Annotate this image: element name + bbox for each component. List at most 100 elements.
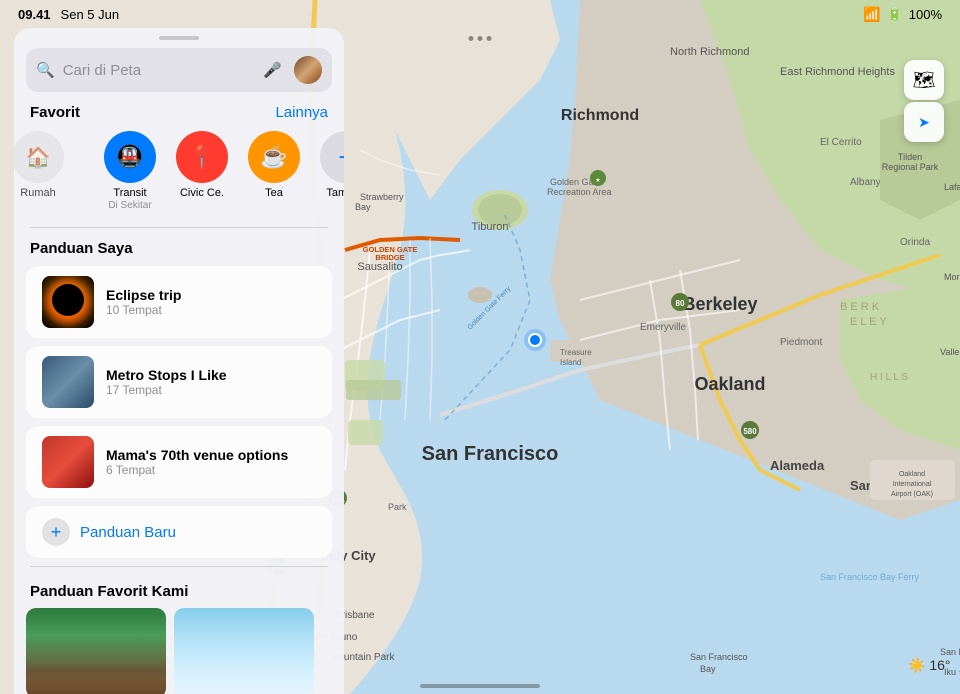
guide-title-eclipse: Eclipse trip (106, 287, 316, 303)
new-guide-label: Panduan Baru (80, 524, 176, 541)
svg-text:Tiburon: Tiburon (472, 221, 509, 233)
favorites-row: 🏠 Rumah 🚇 Transit Di Sekitar 📍 Civic Ce.… (14, 127, 344, 227)
battery-icon: 🔋 (887, 6, 903, 22)
svg-text:580: 580 (743, 427, 757, 436)
avatar[interactable] (294, 56, 322, 84)
favorite-item-tea[interactable]: ☕ Tea (240, 127, 308, 215)
svg-text:B E R K: B E R K (840, 301, 880, 313)
guides-title: Panduan Saya (30, 240, 133, 257)
svg-text:H I L L S: H I L L S (870, 372, 908, 383)
svg-text:Lafa...: Lafa... (944, 182, 960, 192)
svg-text:San Francisco: San Francisco (690, 652, 748, 662)
svg-text:El Cerrito: El Cerrito (820, 137, 862, 148)
map-controls: 🗺 ➤ (904, 60, 944, 142)
svg-text:San Francisco: San Francisco (422, 443, 559, 465)
svg-text:Oakland: Oakland (694, 374, 765, 394)
guide-thumb-metro (42, 356, 94, 408)
svg-text:Island: Island (560, 358, 581, 367)
svg-text:Iku 🌤: Iku 🌤 (944, 667, 960, 677)
svg-text:Berkeley: Berkeley (682, 294, 757, 314)
battery-text: 100% (909, 7, 942, 22)
guide-item-metro[interactable]: Metro Stops I Like 17 Tempat (26, 346, 332, 418)
guide-item-mama[interactable]: Mama's 70th venue options 6 Tempat (26, 426, 332, 498)
favorite-item-civic[interactable]: 📍 Civic Ce. (168, 127, 236, 215)
svg-text:E L E Y: E L E Y (850, 316, 887, 328)
svg-text:Bay: Bay (355, 202, 371, 212)
guide-title-metro: Metro Stops I Like (106, 367, 316, 383)
svg-text:Bay: Bay (700, 664, 716, 674)
fav-label-tambah: Tambah (326, 187, 344, 200)
fav-label-home: Rumah (20, 187, 55, 200)
search-placeholder: Cari di Peta (63, 62, 256, 79)
guide-thumb-mama (42, 436, 94, 488)
svg-text:Treasure: Treasure (560, 348, 592, 357)
favorites-header: Favorit Lainnya (14, 100, 344, 127)
guide-info-eclipse: Eclipse trip 10 Tempat (106, 287, 316, 317)
svg-text:Park: Park (388, 502, 407, 512)
svg-text:San Francisco Bay Ferry: San Francisco Bay Ferry (820, 572, 920, 582)
svg-text:Recreation Area: Recreation Area (547, 187, 612, 197)
top-dots-indicator (469, 36, 492, 41)
favorite-item-add[interactable]: + Tambah (312, 127, 344, 215)
svg-text:BRIDGE: BRIDGE (375, 253, 404, 262)
location-button[interactable]: ➤ (904, 102, 944, 142)
svg-text:San Lor...: San Lor... (940, 647, 960, 657)
svg-text:Orinda: Orinda (900, 237, 930, 248)
svg-text:East Richmond Heights: East Richmond Heights (780, 66, 895, 78)
svg-text:Valle Vis...: Valle Vis... (940, 347, 960, 357)
svg-text:Airport (OAK): Airport (OAK) (891, 491, 933, 498)
guide-count-metro: 17 Tempat (106, 383, 316, 397)
fav-guide-thumb-nature[interactable] (26, 608, 166, 694)
fav-label-civic: Civic Ce. (180, 187, 224, 200)
guide-info-mama: Mama's 70th venue options 6 Tempat (106, 447, 316, 477)
fav-sublabel-transit: Di Sekitar (108, 200, 151, 211)
guide-thumb-eclipse (42, 276, 94, 328)
favorite-item-transit[interactable]: 🚇 Transit Di Sekitar (96, 127, 164, 215)
svg-text:Oakland: Oakland (899, 471, 925, 478)
svg-text:Alameda: Alameda (770, 458, 825, 473)
svg-text:Emeryville: Emeryville (640, 322, 687, 333)
fav-label-transit: Transit (113, 187, 146, 200)
guides-header: Panduan Saya (14, 228, 344, 266)
fav-guide-thumb-sky[interactable] (174, 608, 314, 694)
mic-icon[interactable]: 🎤 (263, 61, 282, 79)
side-panel: 🔍 Cari di Peta 🎤 Favorit Lainnya 🏠 Rumah… (14, 28, 344, 694)
svg-text:80: 80 (676, 299, 685, 308)
plus-icon: + (42, 518, 70, 546)
svg-text:Sausalito: Sausalito (357, 261, 402, 273)
divider-2 (30, 566, 328, 567)
wifi-icon: 📶 (863, 6, 880, 23)
svg-text:International: International (893, 481, 932, 488)
svg-text:North Richmond: North Richmond (670, 46, 749, 58)
svg-text:Piedmont: Piedmont (780, 337, 822, 348)
home-indicator (420, 684, 540, 688)
map-type-button[interactable]: 🗺 (904, 60, 944, 100)
status-bar: 09.41 Sen 5 Jun 📶 🔋 100% (0, 0, 960, 28)
svg-text:Strawberry: Strawberry (360, 192, 404, 202)
guide-title-mama: Mama's 70th venue options (106, 447, 316, 463)
status-date: Sen 5 Jun (61, 7, 120, 22)
svg-text:Albany: Albany (850, 177, 881, 188)
favorites-title: Favorit (30, 104, 80, 121)
search-icon: 🔍 (36, 61, 55, 79)
guide-info-metro: Metro Stops I Like 17 Tempat (106, 367, 316, 397)
favorite-item-home[interactable]: 🏠 Rumah (14, 127, 72, 215)
status-time: 09.41 (18, 7, 51, 22)
svg-text:Mora...: Mora... (944, 272, 960, 282)
svg-text:★: ★ (595, 177, 600, 184)
guides-section: Panduan Saya Eclipse trip 10 Tempat Metr… (14, 228, 344, 694)
svg-text:Regional Park: Regional Park (882, 162, 939, 172)
guide-count-eclipse: 10 Tempat (106, 303, 316, 317)
fav-label-tea: Tea (265, 187, 283, 200)
fav-guides-section: Panduan Favorit Kami (14, 575, 344, 694)
svg-text:Tilden: Tilden (898, 152, 922, 162)
drag-handle[interactable] (159, 36, 199, 40)
fav-guides-title: Panduan Favorit Kami (26, 575, 332, 608)
fav-guides-row (26, 608, 332, 694)
new-guide-button[interactable]: + Panduan Baru (26, 506, 332, 558)
location-dot (528, 333, 542, 347)
svg-text:Richmond: Richmond (561, 107, 639, 124)
favorites-more-link[interactable]: Lainnya (275, 104, 328, 121)
guide-item-eclipse[interactable]: Eclipse trip 10 Tempat (26, 266, 332, 338)
search-bar[interactable]: 🔍 Cari di Peta 🎤 (26, 48, 332, 92)
